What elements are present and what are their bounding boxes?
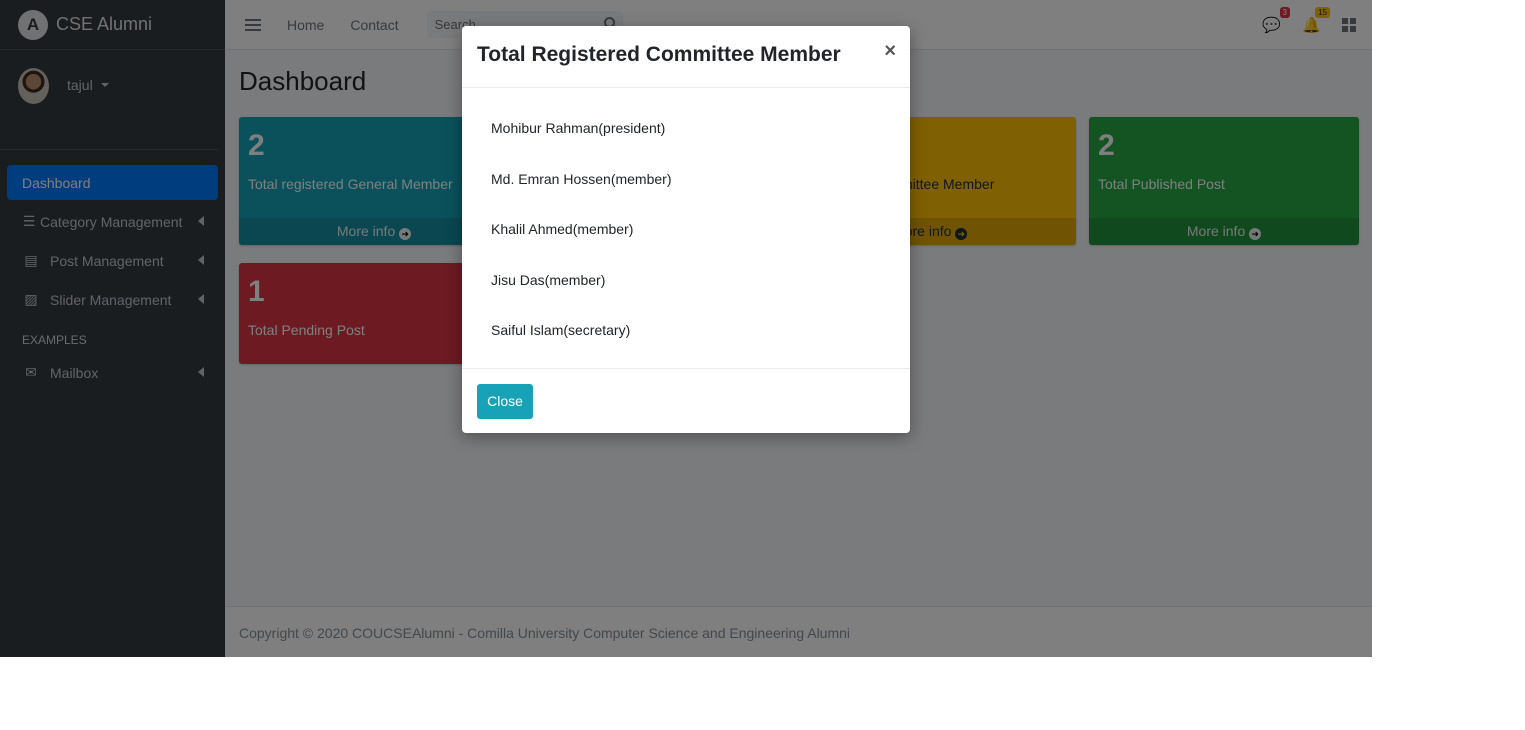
modal-body: Mohibur Rahman(president) Md. Emran Hoss…	[462, 88, 910, 369]
close-button[interactable]: Close	[477, 384, 533, 419]
modal-title: Total Registered Committee Member	[477, 43, 841, 66]
close-icon[interactable]: ×	[884, 40, 896, 63]
list-item: Jisu Das(member)	[491, 271, 606, 288]
list-item: Saiful Islam(secretary)	[491, 322, 631, 338]
modal-header: Total Registered Committee Member ×	[462, 26, 910, 88]
list-item: Md. Emran Hossen(member)	[491, 170, 672, 187]
list-item: Mohibur Rahman(president)	[491, 120, 666, 136]
list-item: Khalil Ahmed(member)	[491, 221, 634, 237]
committee-member-modal: Total Registered Committee Member × Mohi…	[462, 26, 910, 433]
